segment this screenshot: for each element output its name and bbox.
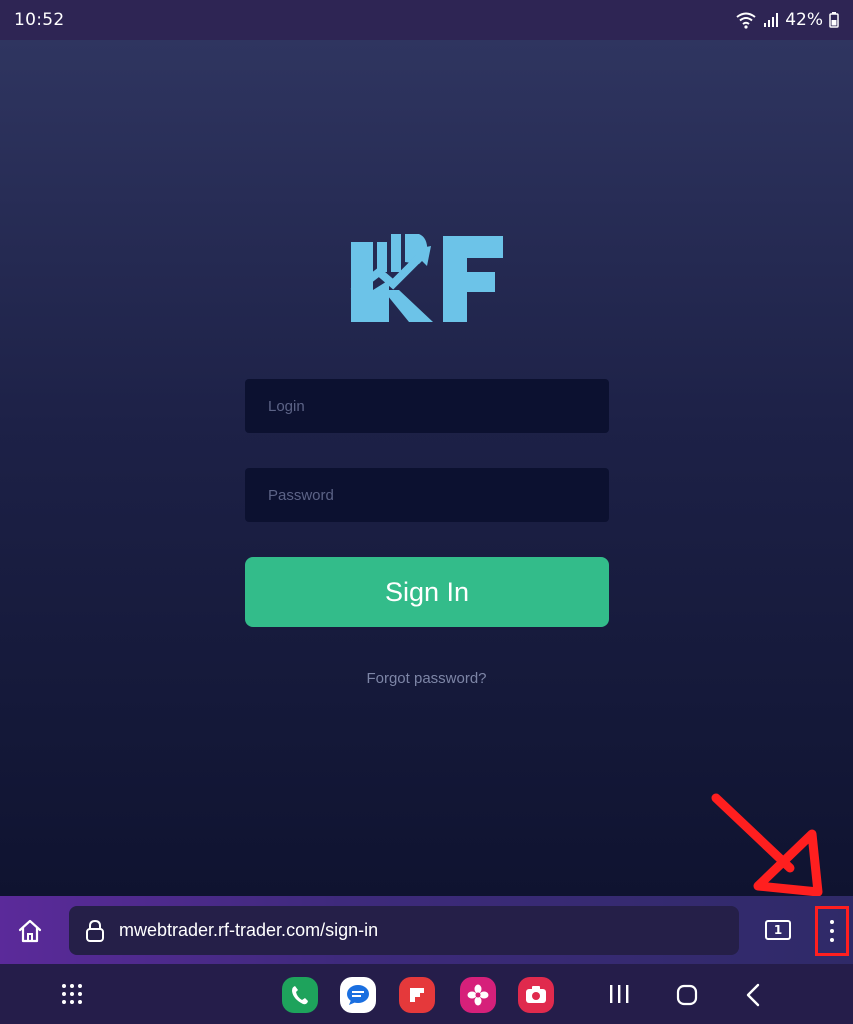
app-drawer-icon[interactable] <box>60 982 84 1006</box>
address-bar[interactable]: mwebtrader.rf-trader.com/sign-in <box>69 906 739 955</box>
messages-app-icon[interactable] <box>340 977 376 1013</box>
signal-icon <box>763 12 779 28</box>
home-icon[interactable] <box>14 916 46 946</box>
camera-app-icon[interactable] <box>518 977 554 1013</box>
login-input[interactable] <box>245 379 609 433</box>
gallery-app-icon[interactable] <box>460 977 496 1013</box>
browser-toolbar: mwebtrader.rf-trader.com/sign-in 1 <box>0 896 853 964</box>
status-bar: 10:52 42% <box>0 0 853 40</box>
back-icon[interactable] <box>745 983 761 1007</box>
battery-icon <box>829 12 839 28</box>
status-time: 10:52 <box>14 10 65 30</box>
home-nav-icon[interactable] <box>676 984 698 1006</box>
sign-in-button[interactable]: Sign In <box>245 557 609 627</box>
more-options-button[interactable] <box>815 906 849 956</box>
rf-logo <box>349 232 505 324</box>
web-page: Sign In Forgot password? <box>0 40 853 896</box>
password-input[interactable] <box>245 468 609 522</box>
menu-dot <box>830 929 834 933</box>
red-arrow-annotation <box>706 790 824 898</box>
recents-icon[interactable] <box>608 984 630 1004</box>
flipboard-app-icon[interactable] <box>399 977 435 1013</box>
wifi-icon <box>735 11 757 29</box>
phone-app-icon[interactable] <box>282 977 318 1013</box>
more-options-icon <box>830 920 834 924</box>
tabs-icon[interactable]: 1 <box>765 920 791 940</box>
url-text: mwebtrader.rf-trader.com/sign-in <box>119 920 379 940</box>
navigation-bar <box>0 964 853 1024</box>
menu-dot <box>830 938 834 942</box>
lock-icon <box>83 918 107 944</box>
battery-percent: 42% <box>785 10 823 30</box>
forgot-password-link[interactable]: Forgot password? <box>0 670 853 687</box>
status-icons: 42% <box>735 10 839 30</box>
